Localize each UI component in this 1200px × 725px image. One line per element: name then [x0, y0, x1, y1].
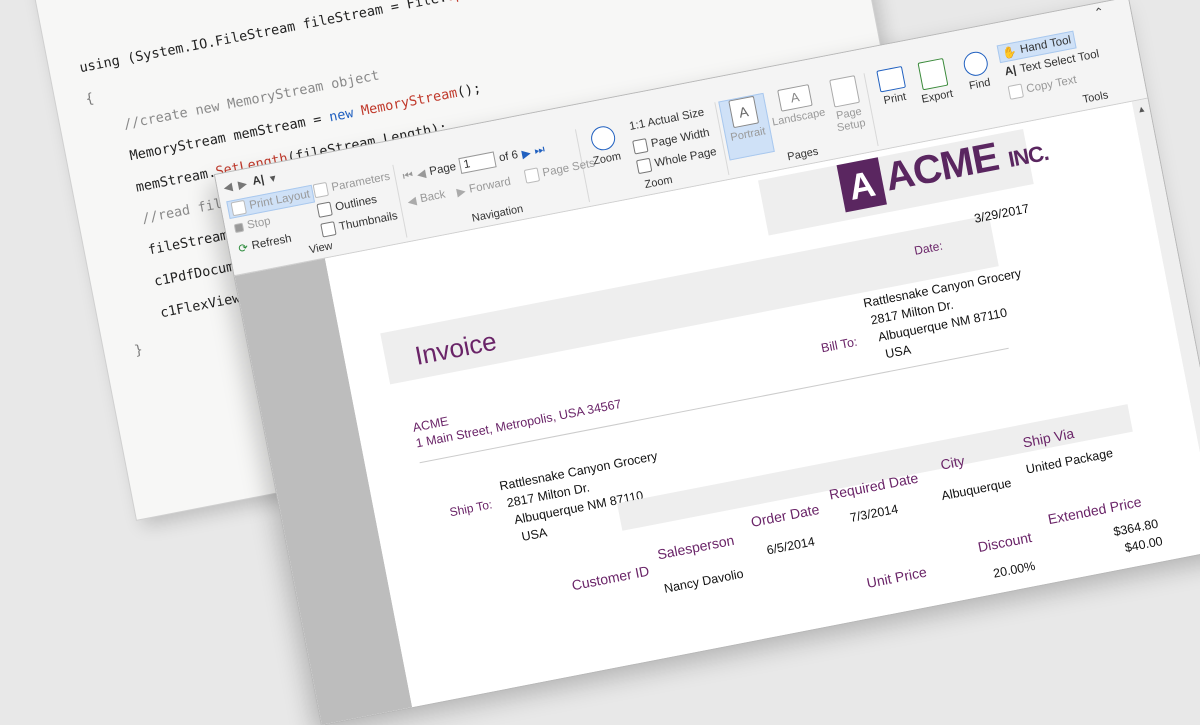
text-select-icon[interactable]: A|: [252, 174, 266, 188]
parameters-icon: [312, 181, 330, 199]
next-page-icon[interactable]: ▶: [521, 145, 532, 160]
order-cell: 7/3/2014: [848, 501, 900, 525]
print-label: Print: [882, 90, 908, 107]
thumbnails-icon: [320, 221, 337, 238]
order-header-cell: Order Date: [749, 501, 821, 530]
landscape-button[interactable]: A Landscape: [765, 82, 827, 129]
forward-button[interactable]: ▶ Forward: [455, 175, 512, 199]
find-button[interactable]: Find: [952, 48, 1003, 95]
print-layout-icon: [230, 199, 247, 217]
refresh-icon: ⟳: [237, 242, 250, 256]
order-header-cell: Customer ID: [570, 562, 651, 594]
portrait-label: Portrait: [729, 125, 767, 144]
outlines-icon: [316, 201, 333, 218]
bill-to-label: Bill To:: [819, 334, 859, 356]
order-cell: United Package: [1024, 445, 1115, 477]
parameters-label: Parameters: [330, 170, 392, 194]
text-select-tool-icon: A|: [1003, 64, 1018, 79]
price-cell: $40.00: [1123, 534, 1164, 556]
whole-page-icon: [635, 157, 653, 175]
code-line: }: [133, 341, 145, 359]
code-line: using (System.IO.FileStream fileStream =…: [78, 0, 512, 77]
acme-logo-mark: A: [836, 157, 887, 213]
ribbon-expand-icon[interactable]: ⌃: [1093, 4, 1106, 20]
page-number-input[interactable]: 1: [458, 151, 497, 174]
page-width-icon: [632, 138, 649, 155]
forward-arrow-icon[interactable]: ▶: [237, 176, 248, 191]
date-value: 3/29/2017: [972, 201, 1031, 226]
last-page-icon[interactable]: ⏭: [533, 143, 546, 158]
hand-icon: ✋: [1001, 45, 1018, 61]
ship-to-line: USA: [520, 525, 549, 544]
first-page-icon[interactable]: ⏮: [402, 169, 415, 184]
order-cell: Nancy Davolio: [662, 566, 745, 596]
price-header-cell: Unit Price: [865, 563, 928, 591]
bill-to-line: USA: [884, 342, 913, 362]
zoom-button[interactable]: Zoom: [579, 122, 630, 169]
zoom-label: Zoom: [592, 150, 623, 168]
page-count-label: of 6: [498, 148, 520, 165]
forward-label: Forward: [468, 175, 512, 196]
customize-dropdown-icon[interactable]: ▾: [269, 171, 277, 186]
page-sets-icon: [523, 167, 541, 184]
page-setup-button[interactable]: Page Setup: [820, 73, 874, 135]
stop-label: Stop: [246, 215, 272, 232]
parameters-button[interactable]: Parameters: [312, 170, 392, 199]
export-label: Export: [920, 87, 955, 106]
order-header-cell: Salesperson: [656, 531, 736, 563]
page-setup-icon: [829, 75, 861, 108]
back-circle-icon: ◀: [406, 195, 418, 209]
back-label: Back: [419, 188, 447, 206]
order-header-cell: City: [939, 452, 966, 473]
outlines-label: Outlines: [334, 193, 378, 214]
printer-icon: [876, 65, 907, 93]
portrait-icon: A: [728, 95, 760, 129]
back-arrow-icon[interactable]: ◀: [222, 179, 234, 194]
logo-suffix: INC.: [1006, 139, 1051, 173]
hand-tool-label: Hand Tool: [1019, 34, 1073, 56]
order-cell: 6/5/2014: [765, 534, 816, 558]
ship-to-label: Ship To:: [448, 497, 494, 520]
find-label: Find: [968, 76, 992, 93]
portrait-button[interactable]: A Portrait: [718, 92, 775, 161]
page-label: Page: [428, 160, 458, 178]
back-button[interactable]: ◀ Back: [406, 188, 447, 209]
code-line: {: [84, 90, 96, 108]
copy-text-label: Copy Text: [1025, 73, 1078, 96]
zoom-magnifier-icon: [589, 124, 618, 153]
landscape-icon: A: [777, 84, 813, 112]
find-icon: [961, 49, 990, 78]
previous-page-icon[interactable]: ◀: [416, 166, 427, 181]
price-header-cell: Discount: [976, 528, 1034, 556]
stop-icon: [233, 222, 245, 233]
scroll-up-icon[interactable]: ▲: [1133, 103, 1151, 116]
landscape-label: Landscape: [771, 106, 827, 129]
forward-circle-icon: ▶: [455, 185, 467, 200]
order-cell: Albuquerque: [940, 475, 1013, 504]
export-icon: [917, 57, 949, 91]
copy-icon: [1007, 83, 1025, 100]
price-cell: 20.00%: [992, 558, 1037, 581]
stop-button[interactable]: Stop: [233, 215, 272, 234]
print-layout-label: Print Layout: [248, 188, 311, 212]
